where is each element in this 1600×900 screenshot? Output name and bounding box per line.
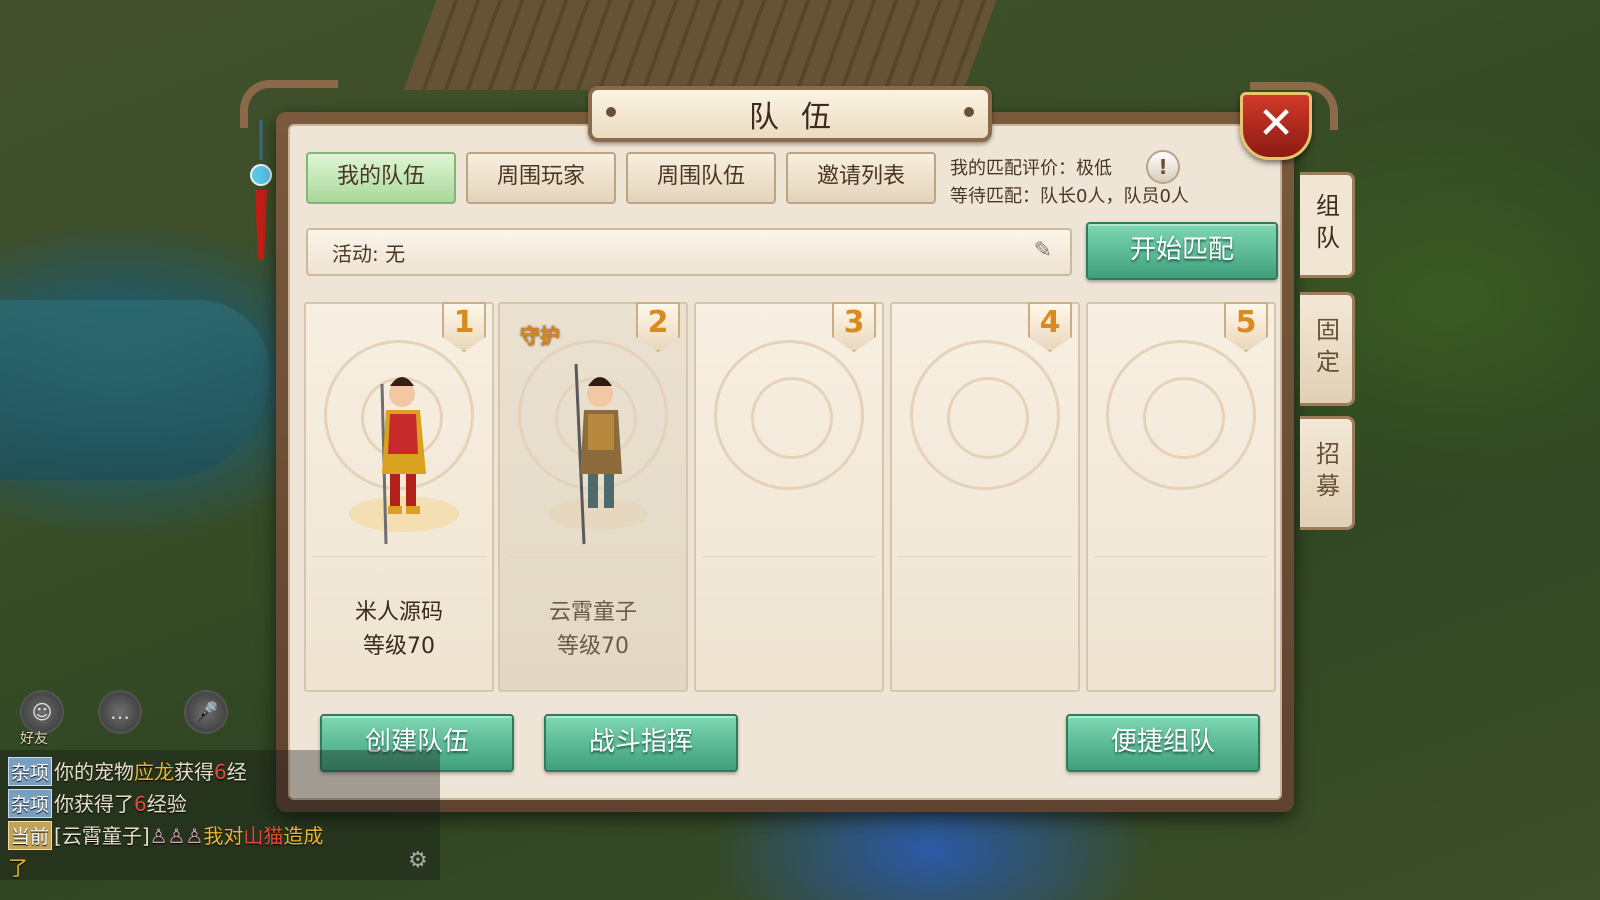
pencil-icon[interactable]: ✎ (1034, 238, 1052, 263)
background-stream (0, 300, 270, 480)
slot-divider (1094, 556, 1268, 557)
team-slot-3[interactable]: 3 (694, 302, 884, 692)
friend-label: 好友 (20, 731, 48, 747)
chat-text: 你的宠物 (54, 760, 135, 784)
slot-divider (898, 556, 1072, 557)
slot-emblem (714, 340, 864, 490)
slot-number-badge: 5 (1224, 302, 1268, 352)
title-rivet-icon (606, 107, 616, 117)
team-slot-2[interactable]: 守护 2 云霄童子 等级70 (498, 302, 688, 692)
tab-nearby-players[interactable]: 周围玩家 (466, 152, 616, 204)
slot-number-badge: 3 (832, 302, 876, 352)
chat-line: 杂项 你的宠物应龙获得6经 (8, 756, 247, 786)
member-level: 等级70 (363, 634, 435, 659)
member-level: 等级70 (557, 634, 629, 659)
slot-divider (312, 556, 486, 557)
side-tab-team[interactable]: 组队 (1300, 172, 1355, 278)
activity-label: 活动: 无 (332, 242, 406, 266)
channel-tag: 当前 (8, 821, 53, 850)
chat-text: 经 (226, 760, 247, 784)
character-warrior-female (349, 377, 459, 545)
slot-number-badge: 4 (1028, 302, 1072, 352)
close-button[interactable]: ✕ (1240, 92, 1312, 160)
chat-pet-name: 应龙 (134, 760, 175, 784)
side-tab-fixed[interactable]: 固定 (1300, 292, 1355, 406)
character-guardian-boy (548, 363, 648, 545)
chat-target: 山猫 (243, 824, 284, 848)
gear-icon[interactable]: ⚙ (408, 848, 428, 873)
slot-divider (506, 556, 680, 557)
chat-speaker: [云霄童子] (54, 824, 150, 848)
slot-divider (702, 556, 876, 557)
slot-number-badge: 1 (442, 302, 486, 352)
chat-text: 造成 (283, 824, 324, 848)
tab-invite-list[interactable]: 邀请列表 (786, 152, 936, 204)
title-rivet-icon (964, 107, 974, 117)
side-tab-recruit[interactable]: 招募 (1300, 416, 1355, 530)
team-slot-4[interactable]: 4 (890, 302, 1080, 692)
channel-tag: 杂项 (8, 757, 53, 786)
tab-my-team[interactable]: 我的队伍 (306, 152, 456, 204)
chat-text: 经验 (146, 792, 187, 816)
tab-nearby-teams[interactable]: 周围队伍 (626, 152, 776, 204)
chat-line: 当前 [云霄童子]♙♙♙我对山猫造成 (8, 820, 323, 850)
chat-number: 6 (134, 792, 147, 816)
member-name: 云霄童子 (548, 600, 637, 625)
background-bridge (403, 0, 997, 90)
match-rating-text: 我的匹配评价：极低 (950, 158, 1112, 179)
close-icon: ✕ (1257, 98, 1295, 149)
emote-icon: ♙♙♙ (149, 824, 204, 848)
channel-tag: 杂项 (8, 789, 53, 818)
chat-line: 杂项 你获得了6经验 (8, 788, 187, 818)
battle-command-button[interactable]: 战斗指挥 (544, 714, 738, 772)
dialog-title: 队伍 (749, 100, 853, 135)
quick-team-button[interactable]: 便捷组队 (1066, 714, 1260, 772)
chat-text: 我对 (203, 824, 244, 848)
slot-number-badge: 2 (636, 302, 680, 352)
guardian-tag: 守护 (520, 324, 560, 348)
chat-line: 了 (8, 852, 28, 881)
start-match-button[interactable]: 开始匹配 (1086, 222, 1278, 280)
chat-bubble-icon[interactable]: … (98, 690, 142, 734)
match-waiting-text: 等待匹配：队长0人，队员0人 (950, 186, 1189, 207)
chat-panel[interactable]: 杂项 你的宠物应龙获得6经 杂项 你获得了6经验 当前 [云霄童子]♙♙♙我对山猫造成… (0, 750, 440, 880)
team-slot-1[interactable]: 1 米人源码 等级70 (304, 302, 494, 692)
member-name: 米人源码 (354, 600, 443, 625)
chat-text: 获得 (174, 760, 215, 784)
microphone-icon[interactable]: 🎤 (184, 690, 228, 734)
info-icon[interactable]: ! (1146, 150, 1180, 184)
activity-field[interactable]: 活动: 无 ✎ (306, 228, 1072, 276)
team-slot-5[interactable]: 5 (1086, 302, 1276, 692)
chat-number: 6 (214, 760, 227, 784)
chat-text: 了 (8, 856, 28, 880)
slot-emblem (910, 340, 1060, 490)
pendant-ornament-icon (250, 120, 272, 260)
slot-emblem (1106, 340, 1256, 490)
dialog-title-plate: 队伍 (588, 86, 992, 142)
chat-text: 你获得了 (54, 792, 135, 816)
